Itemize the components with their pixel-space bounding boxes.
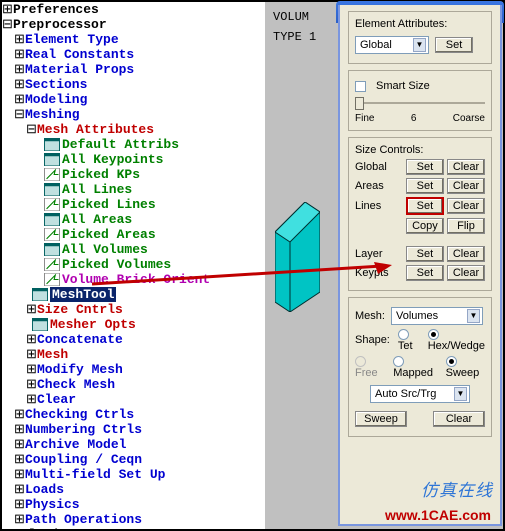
dialog-icon [44, 153, 60, 166]
tree-item-mesh[interactable]: ⊞Mesh [2, 347, 265, 362]
nav-tree: ⊞Preferences ⊟Preprocessor ⊞Element Type… [2, 2, 265, 529]
tree-item-mesher-opts[interactable]: Mesher Opts [2, 317, 265, 332]
tree-item-meshtool[interactable]: MeshTool [2, 287, 265, 302]
tree-item-size-cntrls[interactable]: ⊞Size Cntrls [2, 302, 265, 317]
pick-icon [44, 273, 60, 286]
shape-tet-radio[interactable] [398, 329, 409, 340]
shape-label: Shape: [355, 334, 390, 346]
size-global-set-button[interactable]: Set [406, 159, 444, 175]
tree-item-all-areas[interactable]: All Areas [2, 212, 265, 227]
watermark-text: 仿真在线 [421, 476, 493, 501]
tree-item-solution[interactable]: ⊞Solution [2, 527, 265, 529]
tree-item-loads[interactable]: ⊞Loads [2, 482, 265, 497]
dialog-icon [44, 138, 60, 151]
slider-coarse-label: Coarse [453, 113, 485, 124]
size-lines-label: Lines [355, 200, 381, 212]
shape-hex-radio[interactable] [428, 329, 439, 340]
size-layer-clear-button[interactable]: Clear [447, 246, 485, 262]
tree-item-material-props[interactable]: ⊞Material Props [2, 62, 265, 77]
tree-item-default-attribs[interactable]: Default Attribs [2, 137, 265, 152]
element-attributes-label: Element Attributes: [355, 18, 485, 30]
sweep-button[interactable]: Sweep [355, 411, 407, 427]
element-attributes-set-button[interactable]: Set [435, 37, 473, 53]
dialog-icon [44, 183, 60, 196]
pick-icon [44, 198, 60, 211]
smart-size-label: Smart Size [376, 80, 430, 92]
size-keypts-label: Keypts [355, 267, 389, 279]
size-lines-flip-button[interactable]: Flip [447, 218, 485, 234]
sweep-src-trg-select[interactable]: Auto Src/Trg▼ [370, 385, 470, 403]
meshtool-dialog: Element Attributes: Global▼ Set Smart Si… [338, 5, 502, 526]
element-attributes-scope-select[interactable]: Global▼ [355, 36, 429, 54]
size-areas-set-button[interactable]: Set [406, 178, 444, 194]
tree-item-sections[interactable]: ⊞Sections [2, 77, 265, 92]
tree-item-all-lines[interactable]: All Lines [2, 182, 265, 197]
tree-item-numbering-ctrls[interactable]: ⊞Numbering Ctrls [2, 422, 265, 437]
slider-value: 6 [411, 113, 417, 124]
size-areas-label: Areas [355, 180, 384, 192]
chevron-down-icon: ▼ [454, 387, 467, 401]
dialog-icon [44, 213, 60, 226]
chevron-down-icon: ▼ [467, 309, 480, 323]
tree-item-clear[interactable]: ⊞Clear [2, 392, 265, 407]
model-solid [275, 202, 320, 312]
tree-item-preferences[interactable]: ⊞Preferences [2, 2, 265, 17]
smart-size-checkbox[interactable] [355, 81, 366, 92]
size-areas-clear-button[interactable]: Clear [447, 178, 485, 194]
size-layer-label: Layer [355, 248, 383, 260]
size-global-label: Global [355, 161, 387, 173]
tree-item-modify-mesh[interactable]: ⊞Modify Mesh [2, 362, 265, 377]
dialog-icon [32, 288, 48, 301]
size-lines-clear-button[interactable]: Clear [447, 198, 485, 214]
tree-item-picked-volumes[interactable]: Picked Volumes [2, 257, 265, 272]
tree-item-multi-field-setup[interactable]: ⊞Multi-field Set Up [2, 467, 265, 482]
tree-item-picked-lines[interactable]: Picked Lines [2, 197, 265, 212]
size-layer-set-button[interactable]: Set [406, 246, 444, 262]
pick-icon [44, 258, 60, 271]
size-lines-set-button[interactable]: Set [406, 197, 444, 215]
mesh-sweep-radio[interactable] [446, 356, 457, 367]
tree-item-mesh-attributes[interactable]: ⊟Mesh Attributes [2, 122, 265, 137]
smart-size-slider[interactable] [355, 95, 485, 111]
pick-icon [44, 228, 60, 241]
viewport-plot-label: VOLUM [273, 10, 309, 24]
watermark-url: www.1CAE.com [385, 507, 491, 523]
tree-item-concatenate[interactable]: ⊞Concatenate [2, 332, 265, 347]
tree-item-volume-brick-orient[interactable]: Volume Brick Orient [2, 272, 265, 287]
tree-item-picked-kps[interactable]: Picked KPs [2, 167, 265, 182]
size-controls-label: Size Controls: [355, 144, 485, 156]
size-global-clear-button[interactable]: Clear [447, 159, 485, 175]
tree-item-path-operations[interactable]: ⊞Path Operations [2, 512, 265, 527]
mesh-free-radio [355, 356, 366, 367]
chevron-down-icon: ▼ [413, 38, 426, 52]
size-lines-copy-button[interactable]: Copy [406, 218, 444, 234]
tree-item-element-type[interactable]: ⊞Element Type [2, 32, 265, 47]
slider-fine-label: Fine [355, 113, 374, 124]
tree-item-modeling[interactable]: ⊞Modeling [2, 92, 265, 107]
viewport-type-label: TYPE 1 [273, 30, 316, 44]
tree-item-check-mesh[interactable]: ⊞Check Mesh [2, 377, 265, 392]
tree-item-preprocessor[interactable]: ⊟Preprocessor [2, 17, 265, 32]
tree-item-meshing[interactable]: ⊟Meshing [2, 107, 265, 122]
mesh-label: Mesh: [355, 310, 385, 322]
tree-item-physics[interactable]: ⊞Physics [2, 497, 265, 512]
tree-item-real-constants[interactable]: ⊞Real Constants [2, 47, 265, 62]
size-keypts-clear-button[interactable]: Clear [447, 265, 485, 281]
mesh-mapped-radio[interactable] [393, 356, 404, 367]
tree-item-archive-model[interactable]: ⊞Archive Model [2, 437, 265, 452]
tree-item-checking-ctrls[interactable]: ⊞Checking Ctrls [2, 407, 265, 422]
tree-item-all-keypoints[interactable]: All Keypoints [2, 152, 265, 167]
dialog-icon [44, 243, 60, 256]
dialog-icon [32, 318, 48, 331]
tree-item-picked-areas[interactable]: Picked Areas [2, 227, 265, 242]
mesh-clear-button[interactable]: Clear [433, 411, 485, 427]
tree-item-all-volumes[interactable]: All Volumes [2, 242, 265, 257]
size-keypts-set-button[interactable]: Set [406, 265, 444, 281]
tree-item-coupling-ceqn[interactable]: ⊞Coupling / Ceqn [2, 452, 265, 467]
pick-icon [44, 168, 60, 181]
mesh-scope-select[interactable]: Volumes▼ [391, 307, 483, 325]
